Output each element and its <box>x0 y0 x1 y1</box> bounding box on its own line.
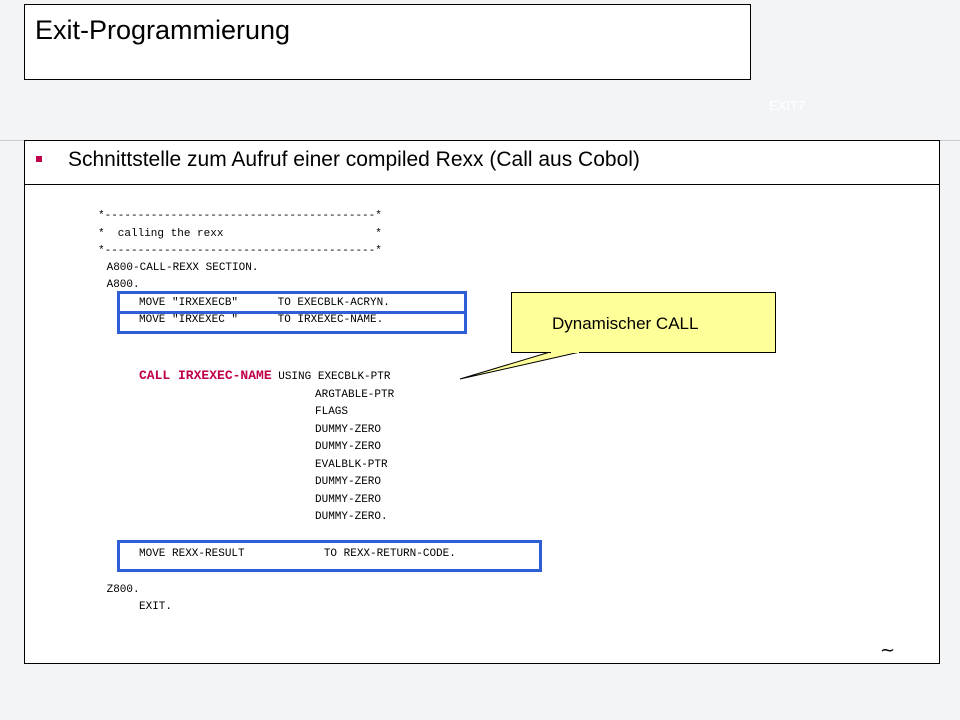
callout-text: Dynamischer CALL <box>552 314 699 333</box>
callout-pointer-cover <box>551 351 579 353</box>
footer-mark: ~ <box>880 640 896 661</box>
